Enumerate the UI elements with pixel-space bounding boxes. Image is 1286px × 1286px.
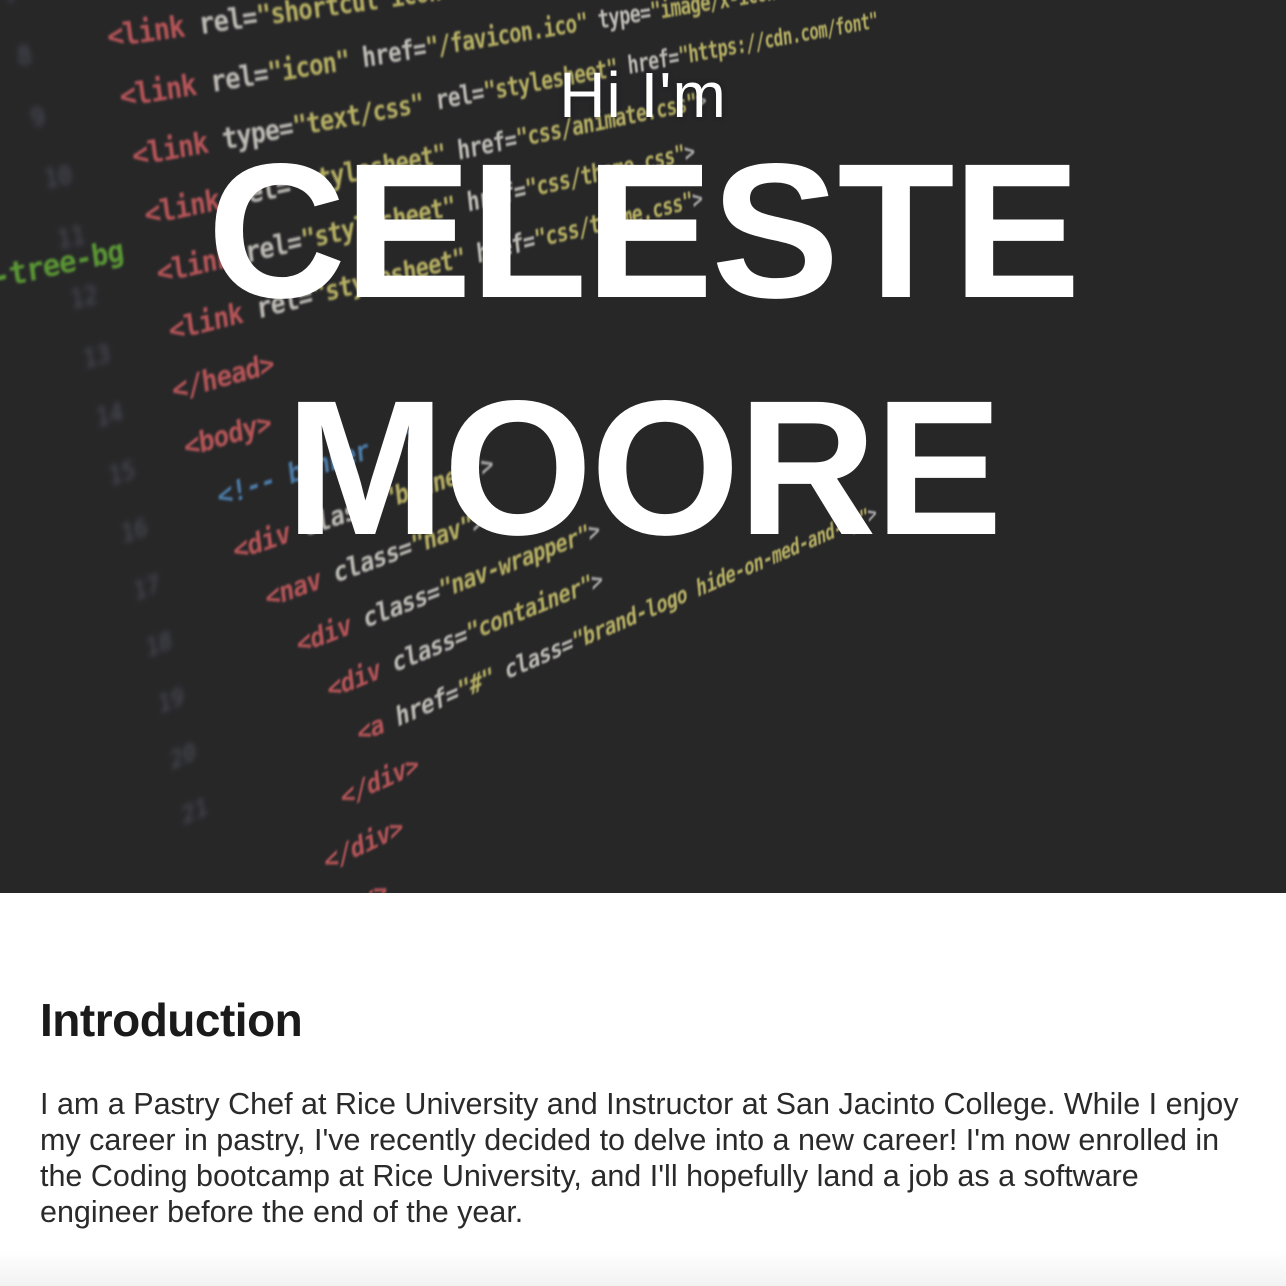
hero-last-name: MOORE	[0, 372, 1286, 564]
bottom-divider	[0, 1250, 1286, 1286]
introduction-body: I am a Pastry Chef at Rice University an…	[40, 1086, 1250, 1230]
introduction-heading: Introduction	[40, 993, 302, 1047]
hero-first-name: CELESTE	[0, 135, 1286, 327]
hero-greeting: Hi I'm	[0, 58, 1286, 132]
hero-banner: 7 8 9 10 11 12 13 14 15 16 17 18 19 20 2…	[0, 0, 1286, 893]
